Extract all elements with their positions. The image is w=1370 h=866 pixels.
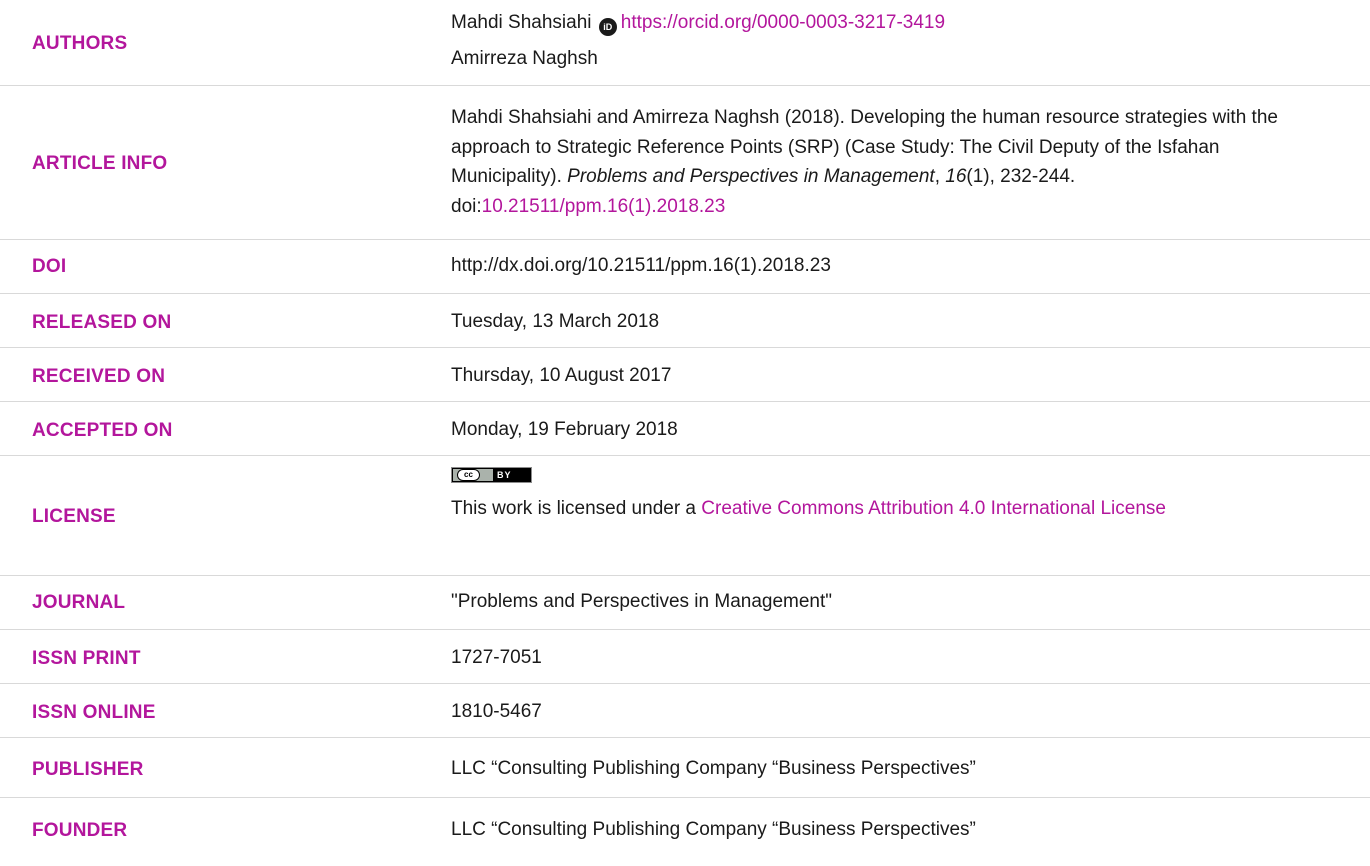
released-value: Tuesday, 13 March 2018 — [451, 311, 660, 332]
row-issn-print: ISSN PRINT 1727-7051 — [0, 630, 1370, 684]
row-authors: AUTHORS Mahdi Shahsiahi iD https://orcid.… — [0, 0, 1370, 86]
orcid-link[interactable]: https://orcid.org/0000-0003-3217-3419 — [621, 12, 945, 33]
license-text-prefix: This work is licensed under a — [451, 498, 702, 519]
citation-comma: , — [934, 166, 946, 187]
row-received: RECEIVED ON Thursday, 10 August 2017 — [0, 348, 1370, 402]
article-citation: Mahdi Shahsiahi and Amirreza Naghsh (201… — [451, 103, 1331, 221]
received-value: Thursday, 10 August 2017 — [451, 365, 672, 386]
author-name-2: Amirreza Naghsh — [451, 48, 598, 69]
row-article-info: ARTICLE INFO Mahdi Shahsiahi and Amirrez… — [0, 86, 1370, 240]
founder-value: LLC “Consulting Publishing Company “Busi… — [451, 819, 976, 840]
license-text: This work is licensed under a Creative C… — [451, 494, 1331, 524]
cc-by-text: BY — [497, 470, 512, 480]
issn-print-label: ISSN PRINT — [32, 648, 141, 669]
authors-line-1: Mahdi Shahsiahi iD https://orcid.org/0000… — [451, 9, 1331, 37]
doi-value[interactable]: http://dx.doi.org/10.21511/ppm.16(1).201… — [451, 252, 1331, 280]
row-accepted: ACCEPTED ON Monday, 19 February 2018 — [0, 402, 1370, 456]
license-label: LICENSE — [32, 506, 116, 527]
row-journal: JOURNAL "Problems and Perspectives in Ma… — [0, 576, 1370, 630]
publisher-label: PUBLISHER — [32, 759, 144, 780]
orcid-icon[interactable]: iD — [598, 18, 617, 36]
founder-label: FOUNDER — [32, 820, 128, 841]
released-label: RELEASED ON — [32, 312, 172, 333]
citation-volume: 16 — [945, 166, 967, 187]
author-name-1: Mahdi Shahsiahi — [451, 12, 592, 33]
cc-badge-left: cc — [453, 469, 493, 481]
issn-online-label: ISSN ONLINE — [32, 702, 156, 723]
citation-doi-link[interactable]: 10.21511/ppm.16(1).2018.23 — [482, 196, 726, 217]
row-publisher: PUBLISHER LLC “Consulting Publishing Com… — [0, 738, 1370, 798]
article-info-label: ARTICLE INFO — [32, 153, 168, 174]
issn-print-value: 1727-7051 — [451, 647, 542, 668]
article-metadata-sheet: AUTHORS Mahdi Shahsiahi iD https://orcid.… — [0, 0, 1370, 866]
authors-label: AUTHORS — [32, 33, 128, 54]
row-released: RELEASED ON Tuesday, 13 March 2018 — [0, 294, 1370, 348]
doi-label: DOI — [32, 256, 67, 277]
journal-value: "Problems and Perspectives in Management… — [451, 591, 833, 612]
cc-by-badge-icon[interactable]: cc BY — [451, 467, 532, 483]
received-label: RECEIVED ON — [32, 366, 166, 387]
accepted-label: ACCEPTED ON — [32, 420, 173, 441]
row-founder: FOUNDER LLC “Consulting Publishing Compa… — [0, 798, 1370, 866]
accepted-value: Monday, 19 February 2018 — [451, 419, 678, 440]
license-link[interactable]: Creative Commons Attribution 4.0 Interna… — [701, 498, 1166, 519]
issn-online-value: 1810-5467 — [451, 701, 542, 722]
row-issn-online: ISSN ONLINE 1810-5467 — [0, 684, 1370, 738]
publisher-value: LLC “Consulting Publishing Company “Busi… — [451, 758, 976, 779]
row-doi: DOI http://dx.doi.org/10.21511/ppm.16(1)… — [0, 240, 1370, 294]
cc-circle-icon: cc — [457, 469, 480, 481]
row-license: LICENSE cc BY This work is licensed unde… — [0, 456, 1370, 576]
journal-label: JOURNAL — [32, 592, 126, 613]
citation-journal: Problems and Perspectives in Management — [567, 166, 935, 187]
